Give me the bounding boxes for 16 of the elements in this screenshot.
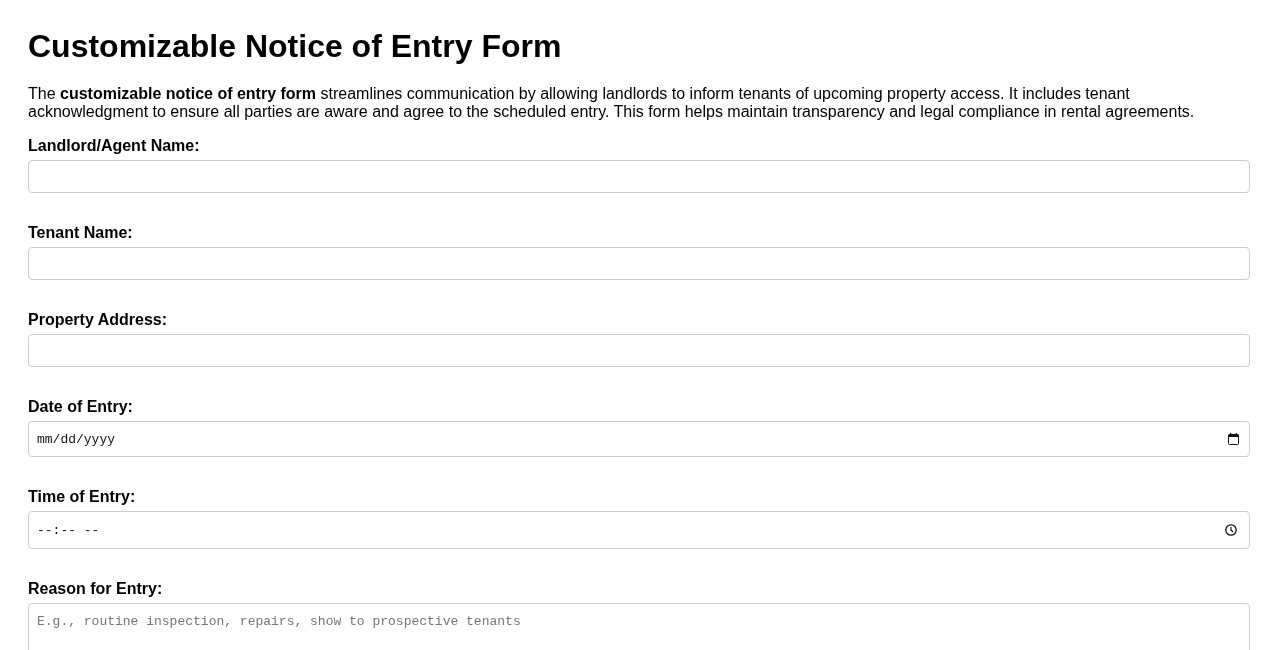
text-input[interactable]	[28, 334, 1250, 367]
date-input[interactable]: mm/dd/yyyy	[28, 421, 1250, 457]
reason-textarea[interactable]: E.g., routine inspection, repairs, show to prospective tenants	[28, 603, 1250, 650]
intro-paragraph: The customizable notice of entry form streamlines communication by allowing landlords to inform tenants of upcoming property access. It includes tenant acknowledgment to ensure all parties are aware and agree to the scheduled entry. This form helps maintain transparency and legal compliance in rental agreements.	[28, 85, 1196, 121]
field-label: Time of Entry:	[28, 488, 136, 506]
text-input[interactable]	[28, 247, 1250, 280]
field-label: Reason for Entry:	[28, 580, 163, 598]
field-label: Date of Entry:	[28, 398, 133, 416]
field-label: Landlord/Agent Name:	[28, 137, 200, 155]
clock-icon[interactable]	[1225, 524, 1237, 536]
page-title: Customizable Notice of Entry Form	[28, 28, 562, 65]
calendar-icon[interactable]	[1228, 433, 1239, 445]
time-input[interactable]: --:-- --	[28, 511, 1250, 549]
text-input[interactable]	[28, 160, 1250, 193]
field-label: Tenant Name:	[28, 224, 133, 242]
field-label: Property Address:	[28, 311, 167, 329]
